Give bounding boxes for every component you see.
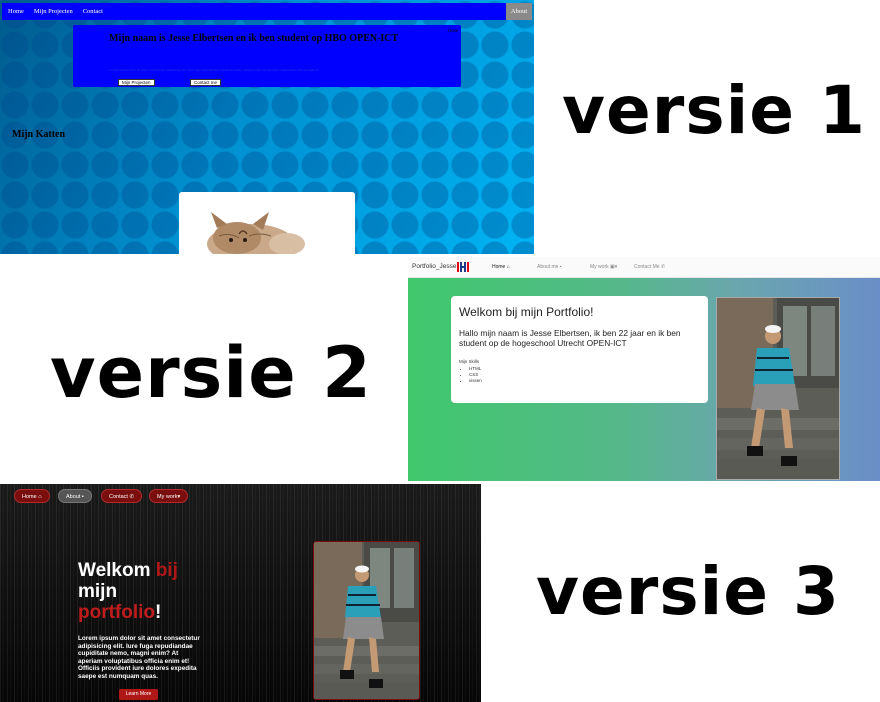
v1-projecten-button[interactable]: Mijn Projecten [118, 79, 155, 86]
v1-cat-card [179, 192, 355, 254]
learn-more-button[interactable]: Learn More [119, 689, 158, 700]
v1-close-button[interactable]: close [448, 29, 458, 34]
v1-cats-title: Mijn Katten [12, 129, 66, 140]
versie-2-screenshot: Portfolio_Jesse Home ⌂ About me ▪ My wor… [408, 257, 880, 481]
v2-brand[interactable]: Portfolio_Jesse [412, 263, 456, 270]
chevron-down-icon: ▾ [177, 494, 181, 500]
cat-photo [207, 212, 305, 254]
person-photo [717, 298, 839, 479]
v1-navbar: Home Mijn Projecten Contact About [2, 3, 532, 20]
v3-nav-contact[interactable]: Contact ✆ [101, 489, 143, 503]
v3-profile-photo [313, 541, 420, 700]
v3-heading: Welkom bij mijn portfolio! [78, 560, 178, 623]
v1-hero-text: Lorem ipsum dolor sit amet consectetur a… [109, 68, 319, 72]
v2-hero: Welkom bij mijn Portfolio! Hallo mijn na… [408, 278, 880, 481]
v2-nav-about[interactable]: About me ▪ [537, 264, 562, 270]
home-icon: ⌂ [38, 494, 42, 500]
v3-heading-mijn: mijn [78, 581, 118, 602]
versie-1-label: versie 1 [562, 72, 866, 149]
v3-heading-exclaim: ! [155, 602, 162, 623]
v1-hero-title: Mijn naam is Jesse Elbertsen en ik ben s… [109, 33, 399, 44]
v2-nav-work[interactable]: My work ▣▾ [590, 264, 617, 270]
list-item: vissen [469, 378, 482, 384]
v2-welcome-card: Welkom bij mijn Portfolio! Hallo mijn na… [451, 296, 708, 403]
hu-logo-icon [457, 262, 469, 272]
v3-nav-home[interactable]: Home ⌂ [14, 489, 50, 503]
image-icon: ▣▾ [610, 264, 618, 270]
v3-intro-text: Lorem ipsum dolor sit amet consectetur a… [78, 635, 200, 680]
user-icon: ▪ [559, 264, 562, 270]
v1-contact-button[interactable]: Contact me [190, 79, 222, 86]
v1-nav-about[interactable]: About [506, 3, 532, 20]
v2-skills-list: HTML CSS vissen [469, 366, 482, 384]
v3-nav-about[interactable]: About ▪ [58, 489, 92, 503]
versie-3-screenshot: Home ⌂ About ▪ Contact ✆ My work▾ Welkom… [0, 484, 481, 702]
v1-nav-projecten[interactable]: Mijn Projecten [34, 8, 73, 15]
v3-heading-welkom: Welkom [78, 560, 156, 581]
v2-profile-photo [716, 297, 840, 480]
user-icon: ▪ [81, 494, 84, 500]
v3-heading-bij: bij [155, 560, 178, 581]
versie-1-screenshot: Home Mijn Projecten Contact About Mijn n… [0, 0, 534, 254]
phone-icon: ✆ [129, 494, 135, 500]
person-photo [314, 542, 419, 699]
v1-nav-home[interactable]: Home [8, 8, 24, 15]
versie-2-label: versie 2 [50, 332, 372, 414]
v2-navbar: Portfolio_Jesse Home ⌂ About me ▪ My wor… [408, 257, 880, 278]
home-icon: ⌂ [506, 264, 510, 270]
v1-hero-box: Mijn naam is Jesse Elbertsen en ik ben s… [73, 25, 461, 87]
v2-skills-title: Mijn Skills [459, 359, 480, 364]
v2-card-intro: Hallo mijn naam is Jesse Elbertsen, ik b… [459, 328, 681, 348]
v3-heading-portfolio: portfolio [78, 602, 156, 623]
v1-nav-contact[interactable]: Contact [83, 8, 103, 15]
v3-nav-work[interactable]: My work▾ [149, 489, 189, 503]
v2-nav-contact[interactable]: Contact Me ✆ [634, 264, 665, 270]
phone-icon: ✆ [660, 264, 666, 270]
versie-3-label: versie 3 [536, 553, 840, 630]
v2-card-title: Welkom bij mijn Portfolio! [459, 305, 594, 319]
v2-nav-home[interactable]: Home ⌂ [492, 264, 510, 270]
